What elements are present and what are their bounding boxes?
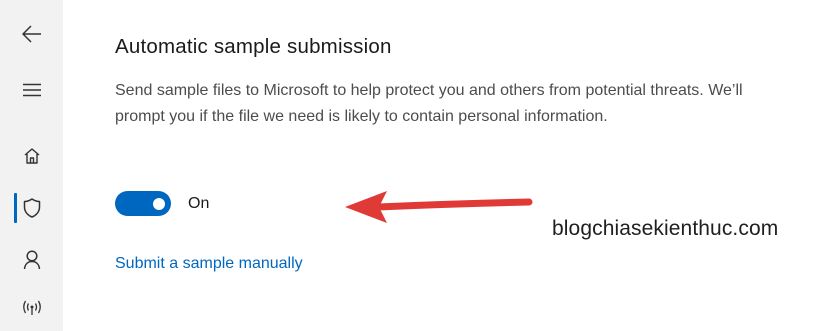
submit-sample-link[interactable]: Submit a sample manually [115,255,303,273]
nav-account-protection[interactable] [12,242,52,278]
nav-home[interactable] [12,138,52,174]
red-arrow-annotation [345,191,533,223]
toggle-state-label: On [188,195,210,212]
sample-submission-toggle[interactable] [115,191,171,216]
nav-virus-protection[interactable] [12,190,52,226]
section-title: Automatic sample submission [115,35,392,58]
back-button[interactable] [12,16,52,52]
watermark-text: blogchiasekienthuc.com [552,217,779,240]
shield-icon [23,198,41,218]
menu-button[interactable] [12,72,52,108]
hamburger-menu-icon [23,83,41,97]
back-arrow-icon [22,25,41,43]
section-description: Send sample files to Microsoft to help p… [115,82,743,125]
nav-firewall[interactable] [12,290,52,326]
main-content: Automatic sample submission Send sample … [115,0,820,331]
home-icon [24,148,40,164]
toggle-knob [153,197,165,210]
wifi-antenna-icon [23,300,41,315]
person-icon [23,250,41,270]
sidebar [0,0,63,331]
